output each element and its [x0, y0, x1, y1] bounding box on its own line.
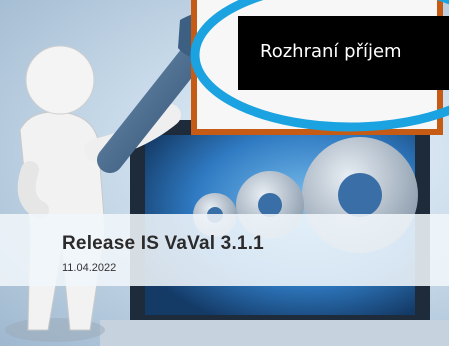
highlight-ellipse — [190, 0, 449, 132]
release-date: 11.04.2022 — [62, 262, 117, 274]
release-title: Release IS VaVal 3.1.1 — [62, 233, 264, 254]
